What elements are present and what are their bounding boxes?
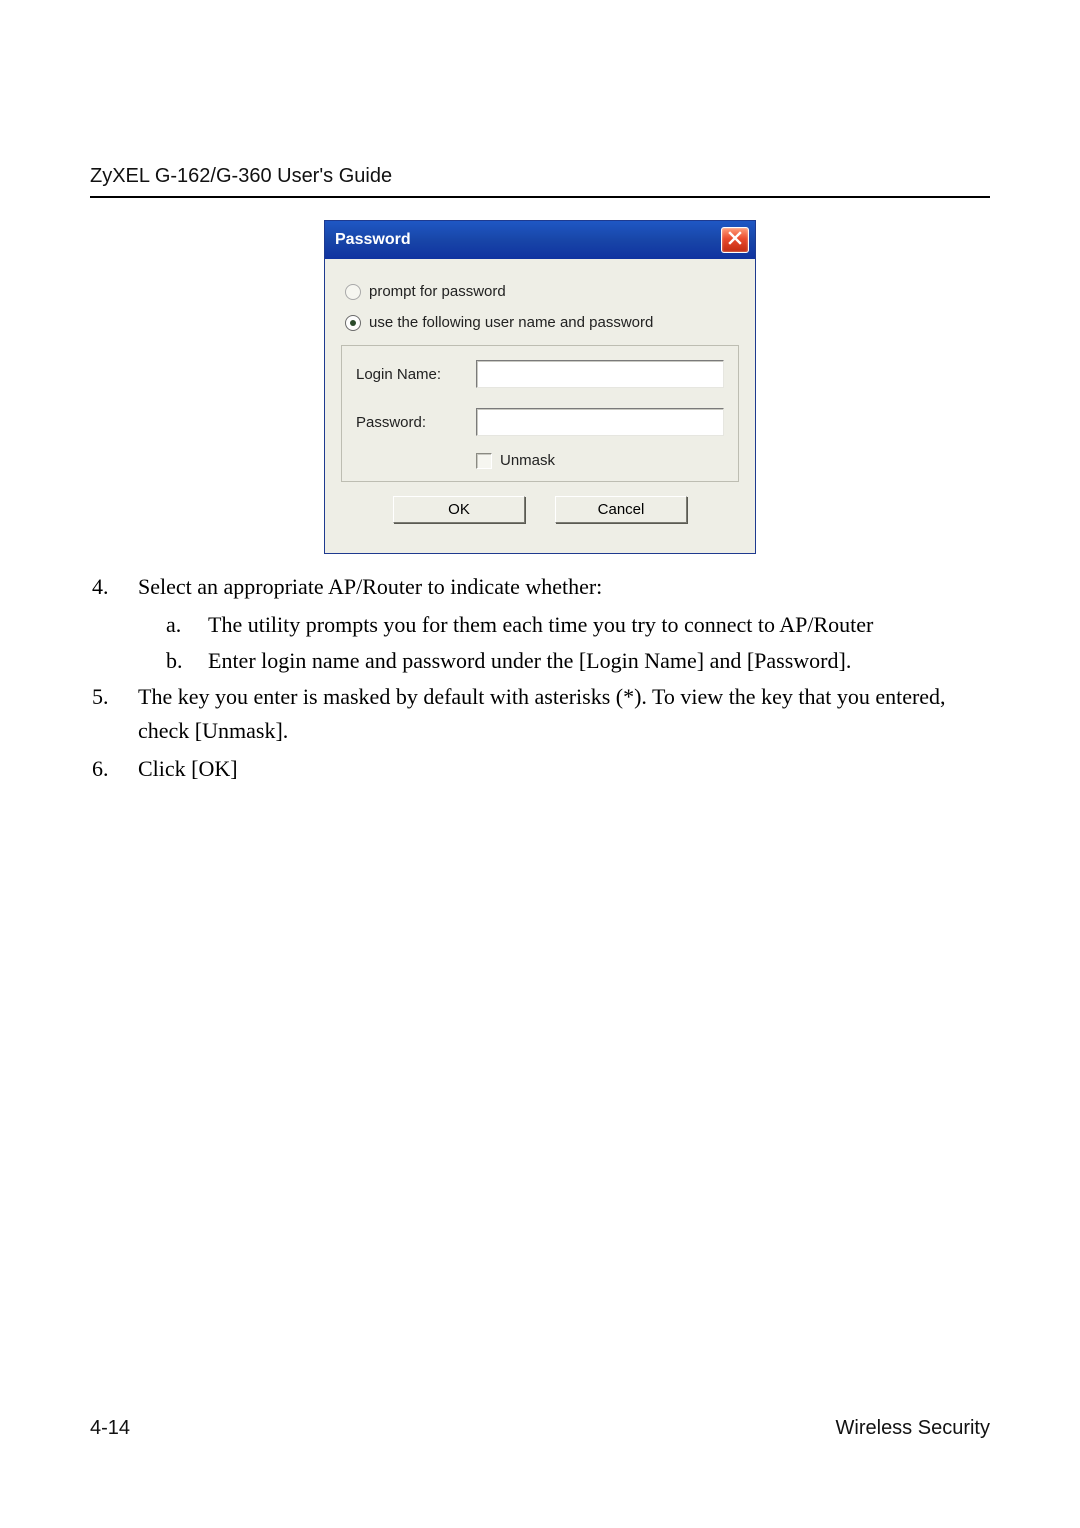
page-footer: 4-14 Wireless Security — [90, 1417, 990, 1440]
page-title: ZyXEL G-162/G-360 User's Guide — [90, 165, 990, 188]
radio-use-following[interactable]: use the following user name and password — [345, 314, 739, 331]
list-text: The key you enter is masked by default w… — [138, 680, 990, 748]
page: ZyXEL G-162/G-360 User's Guide Password … — [0, 0, 1080, 1528]
unmask-label: Unmask — [500, 452, 555, 469]
password-dialog: Password prompt for password use the fol… — [324, 220, 756, 554]
login-name-row: Login Name: — [356, 360, 724, 388]
list-number: 4. — [90, 570, 138, 604]
section-name: Wireless Security — [836, 1417, 990, 1440]
unmask-row[interactable]: Unmask — [476, 452, 724, 469]
list-number: 5. — [90, 680, 138, 748]
radio-label: prompt for password — [369, 283, 506, 300]
dialog-buttons: OK Cancel — [341, 482, 739, 539]
dialog-screenshot: Password prompt for password use the fol… — [90, 220, 990, 554]
list-text: Click [OK] — [138, 752, 990, 786]
radio-icon — [345, 315, 361, 331]
dialog-title: Password — [335, 231, 411, 249]
list-text: The utility prompts you for them each ti… — [208, 608, 873, 642]
login-name-input[interactable] — [476, 360, 724, 388]
password-label: Password: — [356, 414, 476, 431]
list-item: 6. Click [OK] — [90, 752, 990, 786]
instruction-text: 4. Select an appropriate AP/Router to in… — [90, 570, 990, 787]
cancel-button[interactable]: Cancel — [555, 496, 687, 523]
credentials-group: Login Name: Password: Unmask — [341, 345, 739, 482]
close-icon — [728, 231, 742, 250]
page-number: 4-14 — [90, 1417, 130, 1440]
ok-button[interactable]: OK — [393, 496, 525, 523]
radio-icon — [345, 284, 361, 300]
header-rule — [90, 196, 990, 198]
radio-label: use the following user name and password — [369, 314, 653, 331]
list-text: Enter login name and password under the … — [208, 644, 851, 678]
password-row: Password: — [356, 408, 724, 436]
password-input[interactable] — [476, 408, 724, 436]
list-text: Select an appropriate AP/Router to indic… — [138, 570, 990, 604]
close-button[interactable] — [721, 227, 749, 253]
list-item: 5. The key you enter is masked by defaul… — [90, 680, 990, 748]
list-item: b. Enter login name and password under t… — [166, 644, 990, 678]
list-number: 6. — [90, 752, 138, 786]
page-header: ZyXEL G-162/G-360 User's Guide — [90, 165, 990, 198]
dialog-body: prompt for password use the following us… — [325, 259, 755, 553]
login-name-label: Login Name: — [356, 366, 476, 383]
list-item: a. The utility prompts you for them each… — [166, 608, 990, 642]
radio-prompt-for-password[interactable]: prompt for password — [345, 283, 739, 300]
list-item: 4. Select an appropriate AP/Router to in… — [90, 570, 990, 604]
list-number: b. — [166, 644, 208, 678]
list-number: a. — [166, 608, 208, 642]
dialog-titlebar[interactable]: Password — [325, 221, 755, 259]
unmask-checkbox[interactable] — [476, 453, 492, 469]
